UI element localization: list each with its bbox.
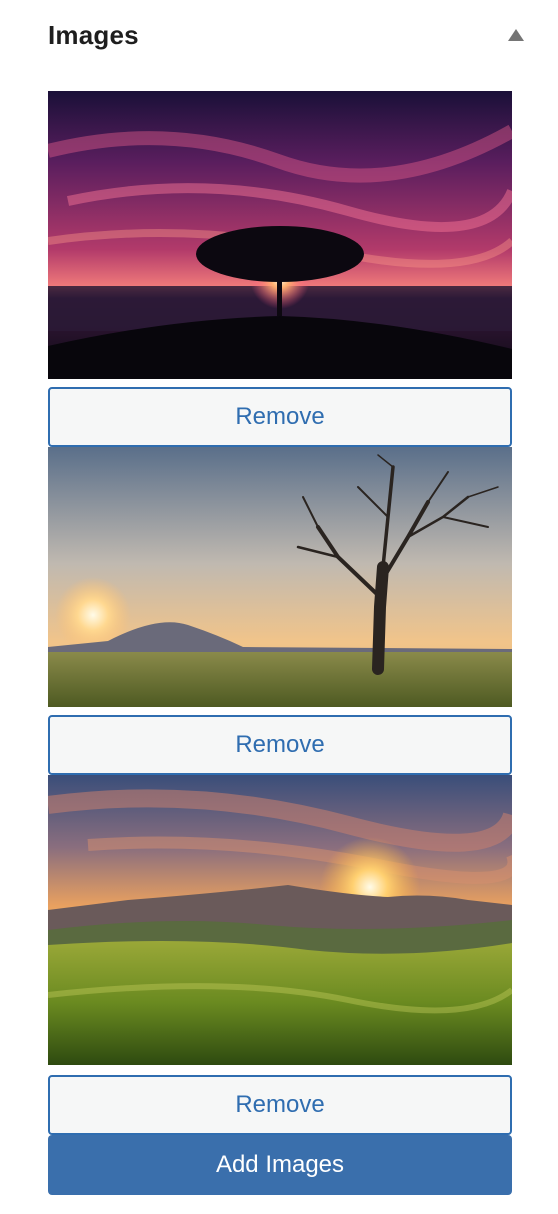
panel-header: Images — [0, 0, 558, 72]
panel-toggle-button[interactable] — [500, 20, 532, 50]
image-gallery: Remove Remove Remove — [48, 91, 512, 1135]
panel-title: Images — [48, 20, 139, 50]
bare-tree-meadow-sunset-image — [48, 447, 512, 707]
remove-button[interactable]: Remove — [48, 387, 512, 447]
images-panel: Images Remove Remove Remove Add Images — [0, 0, 558, 1214]
remove-button[interactable]: Remove — [48, 715, 512, 775]
remove-button[interactable]: Remove — [48, 1075, 512, 1135]
add-images-button[interactable]: Add Images — [48, 1135, 512, 1195]
triangle-up-icon — [508, 29, 524, 41]
mountain-meadow-sunrise-image — [48, 775, 512, 1065]
tree-silhouette-sunset-image — [48, 91, 512, 379]
